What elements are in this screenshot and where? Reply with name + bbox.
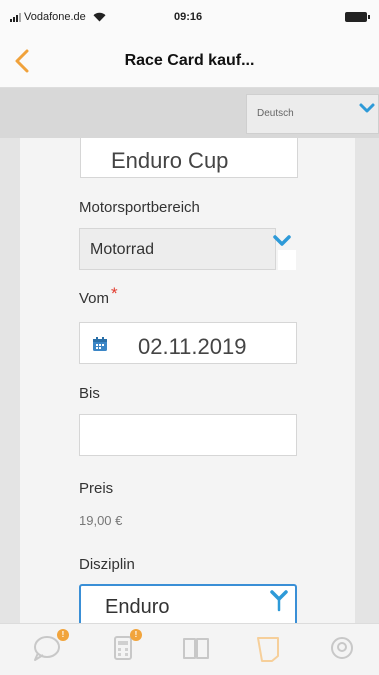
tab-card[interactable]: [236, 624, 302, 675]
book-icon: [183, 638, 209, 659]
vom-date-field[interactable]: 02.11.2019: [79, 322, 297, 364]
notification-badge: !: [130, 629, 142, 641]
required-marker: *: [111, 284, 118, 303]
signal-icon: [10, 12, 21, 22]
chevron-down-icon: [273, 235, 291, 246]
vom-label-text: Vom: [79, 290, 110, 307]
language-value: Deutsch: [257, 108, 294, 119]
battery-icon: [345, 12, 370, 22]
form-content: Enduro Cup Motorsportbereich Motorrad Vo…: [20, 138, 355, 623]
calendar-icon: [93, 337, 107, 351]
motorsport-select[interactable]: Motorrad: [79, 228, 276, 270]
language-bar: Deutsch: [0, 88, 379, 138]
bis-label: Bis: [79, 385, 100, 402]
status-bar: Vodafone.de 09:16: [0, 0, 379, 36]
event-value: Enduro Cup: [111, 148, 229, 173]
tab-chat[interactable]: !: [15, 624, 81, 675]
motorsport-select-gap: [278, 250, 296, 270]
chevron-down-icon: [270, 590, 288, 612]
vom-label: Vom *: [79, 284, 118, 308]
clock: 09:16: [174, 11, 203, 23]
event-field[interactable]: Enduro Cup: [80, 138, 298, 178]
left-gutter: [0, 138, 20, 623]
navigation-bar: Race Card kauf...: [0, 36, 379, 88]
wifi-icon: [93, 12, 106, 22]
card-icon: [257, 637, 279, 662]
disziplin-label: Disziplin: [79, 556, 135, 573]
preis-value: 19,00 €: [79, 513, 123, 528]
tab-bar: ! !: [0, 623, 379, 675]
preis-label: Preis: [79, 480, 114, 497]
motorsport-label: Motorsportbereich: [79, 199, 200, 216]
carrier-name: Vodafone.de: [24, 11, 86, 23]
right-gutter: [355, 138, 379, 623]
language-select[interactable]: Deutsch: [246, 94, 379, 134]
carrier: Vodafone.de: [10, 11, 106, 23]
chevron-down-icon: [359, 103, 375, 113]
speech-icon: [331, 637, 353, 659]
tab-calculator[interactable]: !: [90, 624, 156, 675]
tab-speech[interactable]: [309, 624, 375, 675]
page-title: Race Card kauf...: [124, 52, 255, 69]
motorsport-value: Motorrad: [90, 241, 155, 258]
disziplin-value: Enduro: [105, 596, 170, 618]
tab-book[interactable]: [163, 624, 229, 675]
disziplin-select[interactable]: Enduro: [79, 584, 297, 623]
bis-date-field[interactable]: [79, 414, 297, 456]
notification-badge: !: [57, 629, 69, 641]
vom-value: 02.11.2019: [138, 334, 247, 359]
